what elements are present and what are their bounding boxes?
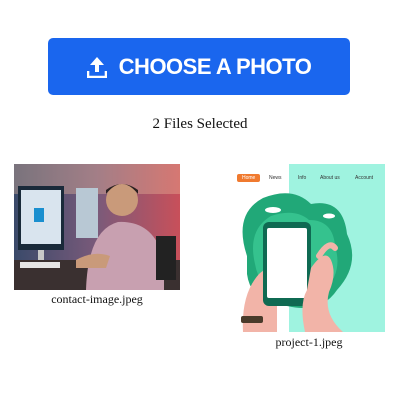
- preview-image-contact: [14, 164, 180, 290]
- preview-image-project: [233, 164, 385, 332]
- mock-nav-item: Home: [237, 174, 261, 182]
- mock-nav-item: Info: [298, 175, 307, 181]
- file-name: contact-image.jpeg: [51, 292, 143, 306]
- mock-nav-item: About us: [320, 175, 340, 181]
- mock-nav-item: Account: [355, 175, 374, 181]
- choose-photo-label: CHOOSE A PHOTO: [118, 53, 312, 79]
- preview-item: contact-image.jpeg: [14, 164, 180, 306]
- preview-mock-nav: Home News Info About us Account: [233, 172, 385, 186]
- upload-icon: [86, 56, 107, 78]
- preview-item: Home News Info About us Account project-…: [233, 164, 385, 349]
- file-name: project-1.jpeg: [275, 335, 343, 349]
- choose-photo-button[interactable]: CHOOSE A PHOTO: [48, 38, 350, 95]
- files-selected-status: 2 Files Selected: [152, 116, 248, 132]
- mock-nav-item: News: [269, 175, 282, 181]
